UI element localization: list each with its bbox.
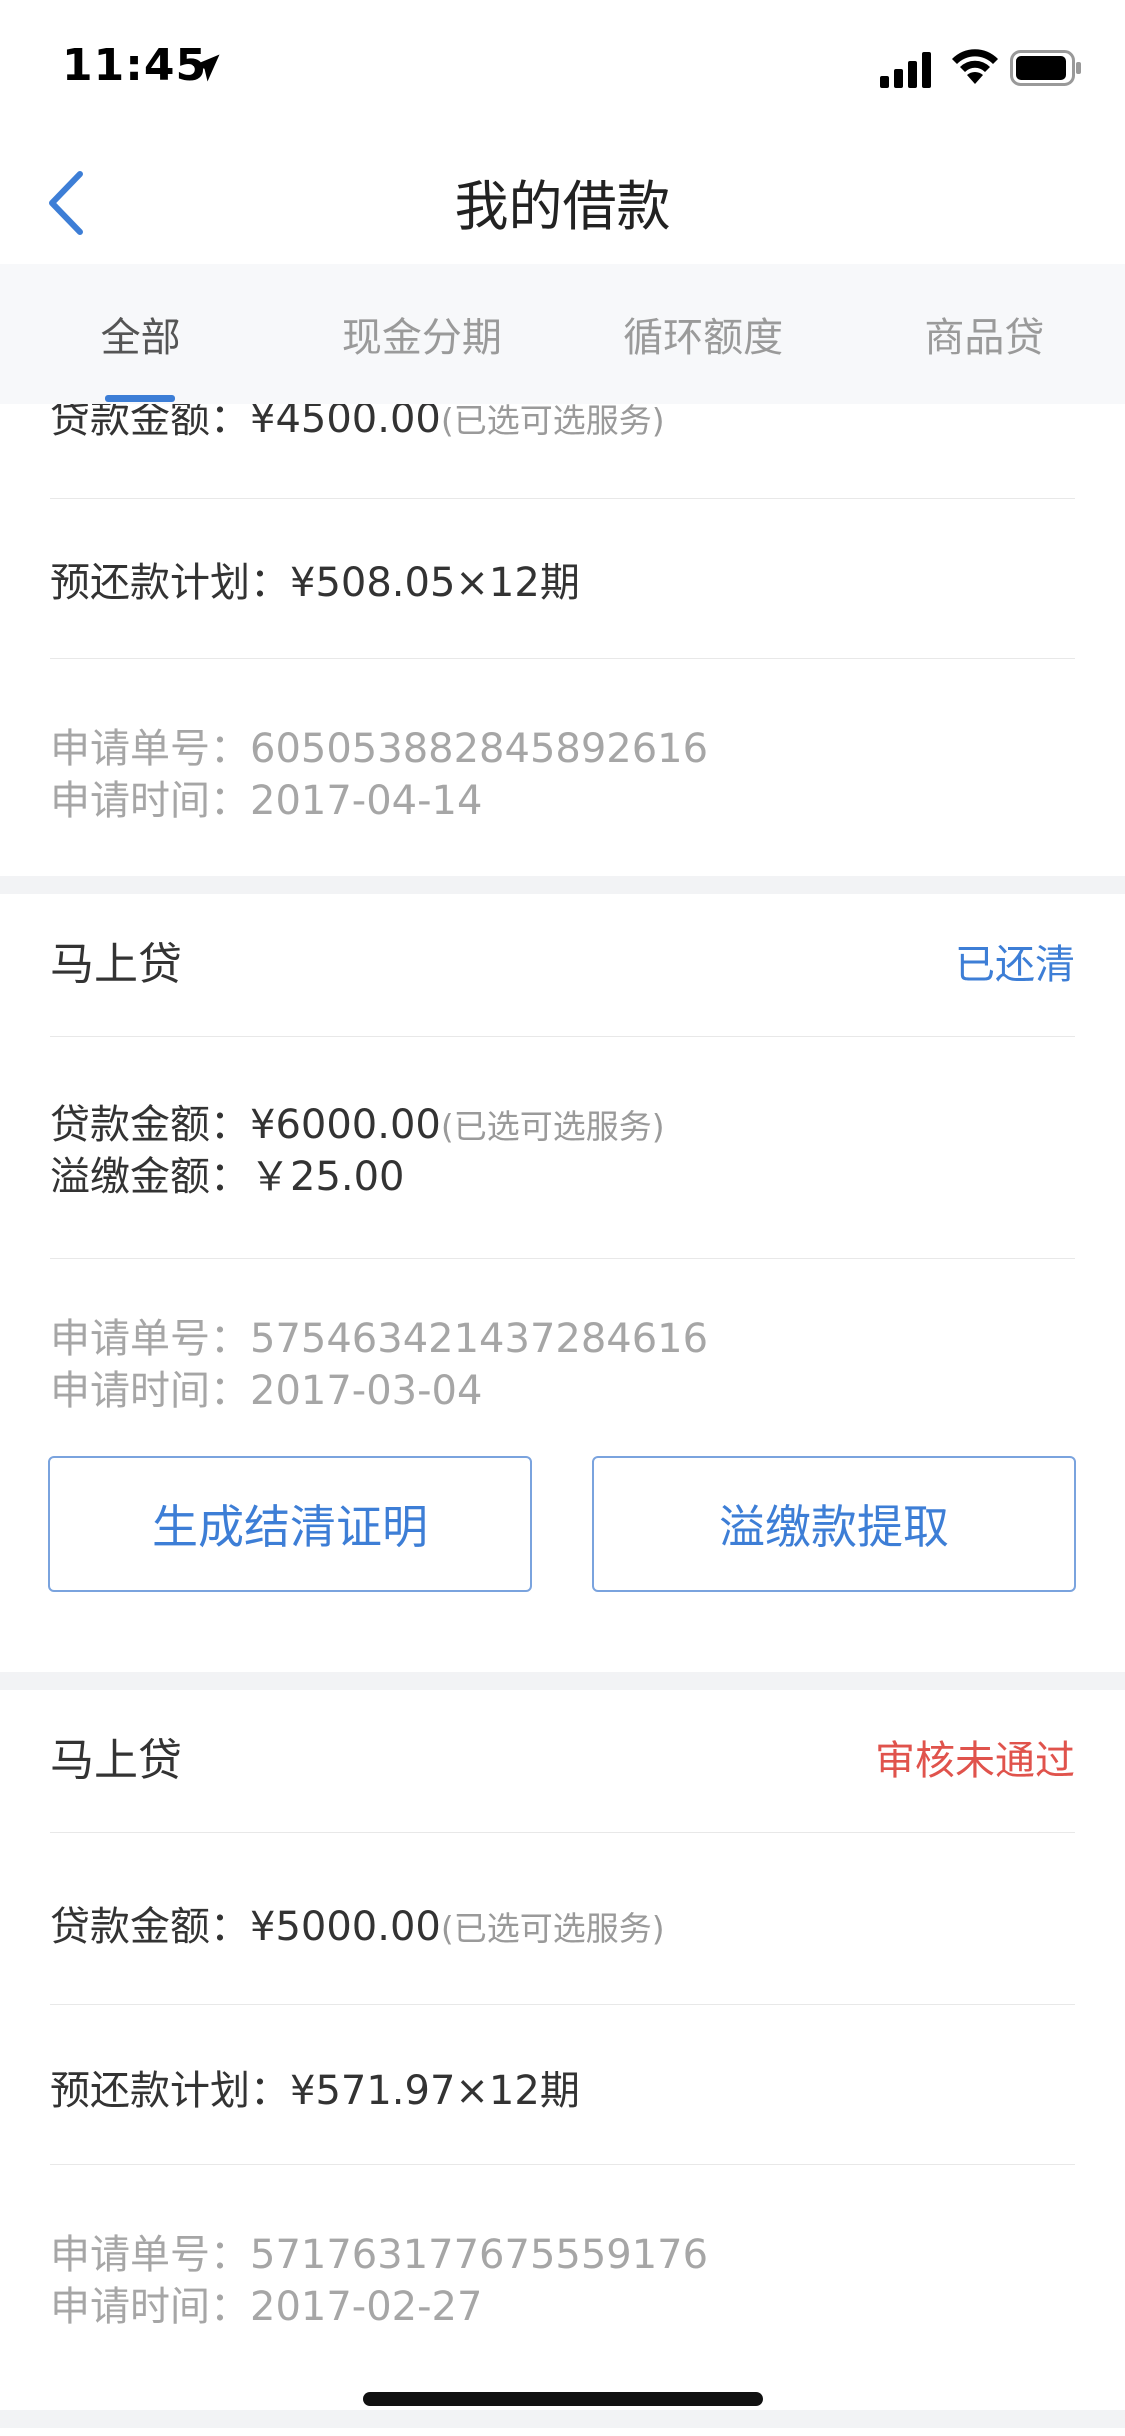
home-indicator[interactable] (363, 2392, 763, 2406)
divider (50, 2004, 1075, 2005)
apply-time: 申请时间：2017-03-04 (50, 1368, 483, 1414)
tab-all[interactable]: 全部 (0, 264, 281, 404)
divider (50, 658, 1075, 659)
active-tab-indicator (105, 395, 175, 402)
tab-cash-installment[interactable]: 现金分期 (281, 264, 562, 404)
product-name: 马上贷 (50, 1735, 182, 1786)
navigation-bar: 我的借款 (0, 132, 1125, 264)
loan-amount-row: 贷款金额：¥6000.00(已选可选服务) (50, 1102, 665, 1148)
generate-settlement-certificate-button[interactable]: 生成结清证明 (48, 1456, 532, 1592)
product-name: 马上贷 (50, 939, 182, 990)
loan-list[interactable]: 贷款金额：¥4500.00(已选可选服务) 预还款计划：¥508.05×12期 … (0, 404, 1125, 2436)
location-arrow-icon (192, 54, 220, 82)
status-bar: 11:45 (0, 0, 1125, 132)
loan-type-tabs: 全部 现金分期 循环额度 商品贷 (0, 264, 1125, 404)
divider (50, 1258, 1075, 1259)
tab-product-loan[interactable]: 商品贷 (844, 264, 1125, 404)
apply-time: 申请时间：2017-04-14 (50, 778, 483, 824)
repayment-plan: 预还款计划：¥508.05×12期 (50, 560, 580, 606)
battery-icon (1010, 50, 1081, 86)
page-title: 我的借款 (454, 175, 671, 238)
card-separator (0, 1672, 1125, 1690)
divider (50, 498, 1075, 499)
divider (50, 1036, 1075, 1037)
card-separator (0, 876, 1125, 894)
apply-time: 申请时间：2017-02-27 (50, 2284, 483, 2330)
status-time: 11:45 (62, 40, 208, 91)
tab-revolving-credit[interactable]: 循环额度 (563, 264, 844, 404)
withdraw-overpayment-button[interactable]: 溢缴款提取 (592, 1456, 1076, 1592)
wifi-icon (952, 49, 998, 84)
status-badge: 审核未通过 (875, 1738, 1075, 1784)
order-number: 申请单号：575463421437284616 (50, 1316, 709, 1362)
overpay-amount: 溢缴金额：￥25.00 (50, 1154, 405, 1200)
loan-card: 马上贷 已还清 贷款金额：¥6000.00(已选可选服务) 溢缴金额：￥25.0… (0, 894, 1125, 1672)
loan-amount-row: 贷款金额：¥5000.00(已选可选服务) (50, 1904, 665, 1950)
cellular-signal-icon (880, 52, 931, 88)
loan-amount-row: 贷款金额：¥4500.00(已选可选服务) (50, 404, 665, 442)
divider (50, 1832, 1075, 1833)
card-separator (0, 2410, 1125, 2428)
repayment-plan: 预还款计划：¥571.97×12期 (50, 2068, 580, 2114)
divider (50, 2164, 1075, 2165)
loan-card: 马上贷 审核未通过 贷款金额：¥5000.00(已选可选服务) 预还款计划：¥5… (0, 1690, 1125, 2410)
loan-card: 贷款金额：¥4500.00(已选可选服务) 预还款计划：¥508.05×12期 … (0, 404, 1125, 876)
order-number: 申请单号：605053882845892616 (50, 726, 709, 772)
order-number: 申请单号：571763177675559176 (50, 2232, 709, 2278)
status-badge: 已还清 (955, 942, 1075, 988)
